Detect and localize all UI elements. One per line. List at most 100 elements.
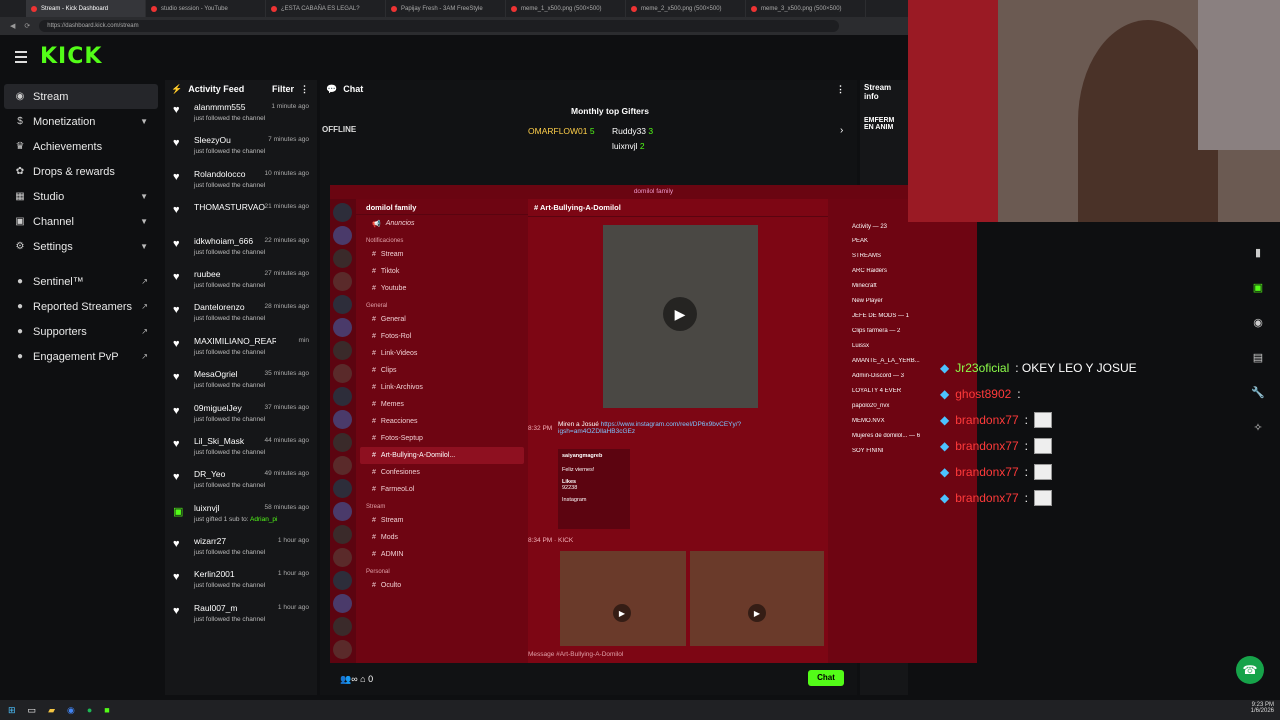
- chevron-down-icon[interactable]: ▼: [140, 117, 148, 126]
- server-icon[interactable]: [333, 203, 352, 222]
- channel-item[interactable]: # Fotos-Rol: [356, 328, 528, 345]
- rail-icon-1[interactable]: ▮: [1246, 235, 1270, 270]
- back-icon[interactable]: ◀: [10, 22, 15, 30]
- gifter-entry[interactable]: OMARFLOW01 5: [528, 126, 595, 136]
- channel-item[interactable]: # Memes: [356, 396, 528, 413]
- browser-tab[interactable]: meme_3_x500.png (500×500): [746, 0, 866, 17]
- announcements-channel[interactable]: 📢 Anuncios: [356, 215, 528, 232]
- next-arrow-icon[interactable]: ›: [840, 125, 843, 136]
- video-thumbnail-3[interactable]: [690, 551, 824, 646]
- member-item[interactable]: PEAK: [852, 238, 973, 253]
- rail-icon-4[interactable]: ▤: [1246, 340, 1270, 375]
- channel-category[interactable]: Personal: [356, 563, 528, 577]
- taskbar-app-icon[interactable]: ▭: [28, 705, 37, 716]
- spotify-icon[interactable]: ●: [87, 705, 92, 715]
- kick-taskbar-icon[interactable]: ■: [104, 705, 109, 715]
- chevron-down-icon[interactable]: ▼: [140, 192, 148, 201]
- channel-item[interactable]: # Mods: [356, 529, 528, 546]
- server-icon[interactable]: [333, 525, 352, 544]
- server-icon[interactable]: [333, 295, 352, 314]
- chevron-down-icon[interactable]: ▼: [140, 242, 148, 251]
- channel-item[interactable]: # Fotos-Septup: [356, 430, 528, 447]
- filter-button[interactable]: Filter: [272, 84, 294, 94]
- server-icon[interactable]: [333, 226, 352, 245]
- server-icon[interactable]: [333, 617, 352, 636]
- sidebar-item-studio[interactable]: ▦ Studio ▼: [0, 184, 162, 209]
- gift-recipient[interactable]: Adrian_pi: [250, 516, 277, 523]
- gifter-entry[interactable]: Ruddy33 3: [612, 126, 653, 136]
- browser-tab[interactable]: ¿ESTA CABAÑA ES LEGAL?: [266, 0, 386, 17]
- channel-item[interactable]: # Stream: [356, 246, 528, 263]
- rail-chat-icon[interactable]: ▣: [1246, 270, 1270, 305]
- sidebar-extra-3[interactable]: ● Engagement PvP ↗: [0, 344, 162, 369]
- sidebar-item-channel[interactable]: ▣ Channel ▼: [0, 209, 162, 234]
- channel-item[interactable]: # Clips: [356, 362, 528, 379]
- support-chat-icon[interactable]: ☎: [1236, 656, 1264, 684]
- browser-tab[interactable]: meme_1_x500.png (500×500): [506, 0, 626, 17]
- channel-item[interactable]: # Oculto: [356, 577, 528, 594]
- server-icon[interactable]: [333, 387, 352, 406]
- server-icon[interactable]: [333, 456, 352, 475]
- gifter-entry[interactable]: luixnvjl 2: [612, 141, 645, 151]
- member-item[interactable]: JEFE DE MODS — 1: [852, 313, 973, 328]
- external-link-icon[interactable]: ↗: [141, 302, 148, 311]
- server-icon[interactable]: [333, 341, 352, 360]
- server-icon[interactable]: [333, 640, 352, 659]
- channel-item[interactable]: # Youtube: [356, 280, 528, 297]
- message-composer[interactable]: Message #Art-Bullying-A-Domilol: [528, 651, 826, 658]
- external-link-icon[interactable]: ↗: [141, 277, 148, 286]
- rail-broadcast-icon[interactable]: ◉: [1246, 305, 1270, 340]
- play-icon-2[interactable]: ▶: [613, 604, 631, 622]
- server-icon[interactable]: [333, 364, 352, 383]
- chrome-icon[interactable]: ◉: [67, 705, 75, 716]
- browser-tab[interactable]: Papijay Fresh - 3AM FreeStyle: [386, 0, 506, 17]
- browser-tab[interactable]: studio session - YouTube: [146, 0, 266, 17]
- server-icon[interactable]: [333, 272, 352, 291]
- server-icon[interactable]: [333, 249, 352, 268]
- rail-wrench-icon[interactable]: 🔧: [1246, 375, 1270, 410]
- video-thumbnail-2[interactable]: [560, 551, 686, 646]
- channel-item[interactable]: # Tiktok: [356, 263, 528, 280]
- channel-item[interactable]: # Confesiones: [356, 464, 528, 481]
- channel-item[interactable]: # FarmeoLol: [356, 481, 528, 498]
- instagram-embed[interactable]: saiyangmagreb Feliz viernes! Likes 92238…: [558, 449, 630, 529]
- channel-item[interactable]: # ADMIN: [356, 546, 528, 563]
- server-icon[interactable]: [333, 479, 352, 498]
- sidebar-extra-2[interactable]: ● Supporters ↗: [0, 319, 162, 344]
- browser-tab[interactable]: Stream - Kick Dashboard: [26, 0, 146, 17]
- sidebar-item-stream[interactable]: ◉ Stream: [4, 84, 158, 109]
- rail-puzzle-icon[interactable]: ✧: [1246, 410, 1270, 445]
- chevron-down-icon[interactable]: ▼: [140, 217, 148, 226]
- chat-kebab-icon[interactable]: ⋮: [836, 84, 845, 95]
- reload-icon[interactable]: ⟳: [24, 22, 30, 30]
- channel-item[interactable]: # Link-Archivos: [356, 379, 528, 396]
- server-icon[interactable]: [333, 571, 352, 590]
- sidebar-item-monetization[interactable]: $ Monetization ▼: [0, 109, 162, 134]
- external-link-icon[interactable]: ↗: [141, 327, 148, 336]
- channel-item[interactable]: # Stream: [356, 512, 528, 529]
- server-icon[interactable]: [333, 410, 352, 429]
- sidebar-item-drops[interactable]: ✿ Drops & rewards: [0, 159, 162, 184]
- url-field[interactable]: https://dashboard.kick.com/stream: [39, 20, 840, 32]
- server-icon[interactable]: [333, 548, 352, 567]
- play-icon-3[interactable]: ▶: [748, 604, 766, 622]
- channel-category[interactable]: Stream: [356, 498, 528, 512]
- member-item[interactable]: ARC Raiders: [852, 268, 973, 283]
- menu-icon[interactable]: [15, 51, 27, 66]
- member-item[interactable]: Clips farmera — 2: [852, 328, 973, 343]
- send-chat-button[interactable]: Chat: [808, 670, 844, 686]
- windows-start-icon[interactable]: ⊞: [8, 705, 16, 716]
- channel-item[interactable]: # Art-Bullying-A-Domilol...: [360, 447, 524, 464]
- member-item[interactable]: Minecraft: [852, 283, 973, 298]
- browser-tab[interactable]: meme_2_x500.png (500×500): [626, 0, 746, 17]
- folder-icon[interactable]: ▰: [48, 705, 55, 716]
- channel-category[interactable]: Notificaciones: [356, 232, 528, 246]
- kick-logo[interactable]: KICK: [40, 44, 102, 69]
- channel-category[interactable]: General: [356, 297, 528, 311]
- sidebar-item-settings[interactable]: ⚙ Settings ▼: [0, 234, 162, 259]
- channel-item[interactable]: # Reacciones: [356, 413, 528, 430]
- sidebar-extra-1[interactable]: ● Reported Streamers ↗: [0, 294, 162, 319]
- play-icon[interactable]: ▶: [663, 297, 697, 331]
- sidebar-extra-0[interactable]: ● Sentinel™ ↗: [0, 269, 162, 294]
- external-link-icon[interactable]: ↗: [141, 352, 148, 361]
